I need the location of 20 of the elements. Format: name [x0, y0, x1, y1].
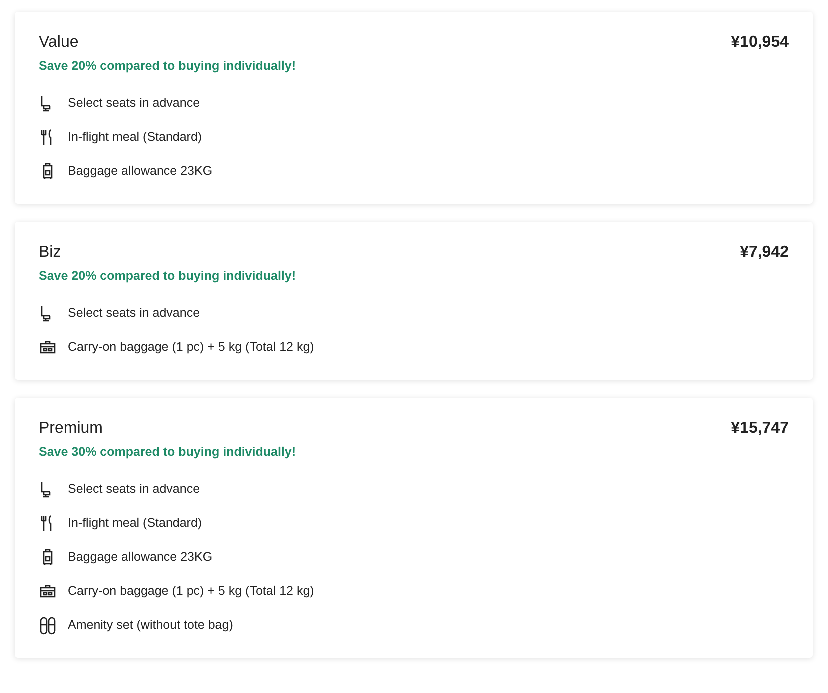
- feature-text: Carry-on baggage (1 pc) + 5 kg (Total 12 kg): [68, 340, 314, 354]
- plan-price: ¥10,954: [731, 33, 789, 53]
- feature-text: Amenity set (without tote bag): [68, 618, 234, 632]
- feature-text: In-flight meal (Standard): [68, 130, 202, 144]
- feature-text: Select seats in advance: [68, 96, 200, 110]
- plan-price: ¥15,747: [731, 419, 789, 439]
- feature-text: In-flight meal (Standard): [68, 516, 202, 530]
- plan-price: ¥7,942: [740, 243, 789, 263]
- saving-note: Save 20% compared to buying individually!: [39, 58, 298, 75]
- plan-name: Premium: [39, 419, 104, 439]
- saving-note: Save 20% compared to buying individually!: [39, 268, 298, 285]
- feature-text: Carry-on baggage (1 pc) + 5 kg (Total 12 kg): [68, 584, 314, 598]
- slippers-icon: [39, 616, 57, 634]
- feature-text: Select seats in advance: [68, 306, 200, 320]
- plan-name: Value: [39, 33, 79, 53]
- feature-text: Baggage allowance 23KG: [68, 550, 213, 564]
- feature-text: Select seats in advance: [68, 482, 200, 496]
- plan-name: Biz: [39, 243, 62, 263]
- feature-text: Baggage allowance 23KG: [68, 164, 213, 178]
- saving-note: Save 30% compared to buying individually!: [39, 444, 298, 461]
